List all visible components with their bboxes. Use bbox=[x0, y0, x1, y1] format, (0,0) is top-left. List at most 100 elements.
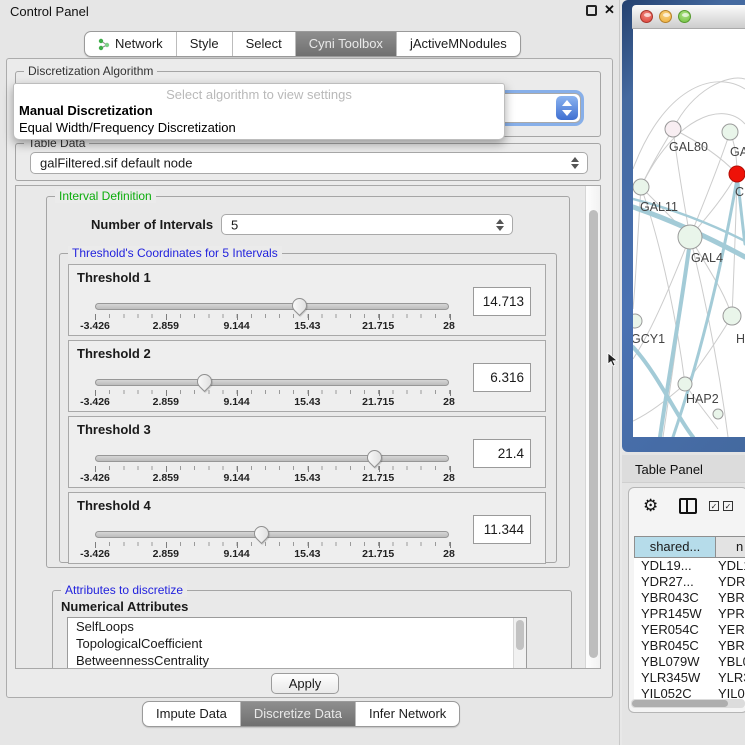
node-gal4[interactable] bbox=[678, 225, 702, 249]
threshold-1-value-field[interactable]: 14.713 bbox=[473, 287, 531, 316]
threshold-2-slider[interactable] bbox=[95, 379, 449, 386]
gear-icon[interactable]: ⚙ bbox=[643, 496, 658, 516]
slider-handle[interactable] bbox=[194, 371, 215, 392]
scrollbar-thumb[interactable] bbox=[632, 700, 728, 707]
algorithm-option-manual[interactable]: Manual Discretization bbox=[14, 102, 504, 119]
apply-button[interactable]: Apply bbox=[271, 673, 339, 694]
numerical-attributes-label: Numerical Attributes bbox=[61, 599, 188, 614]
threshold-2-value-field[interactable]: 6.316 bbox=[473, 363, 531, 392]
threshold-3-value-field[interactable]: 21.4 bbox=[473, 439, 531, 468]
bottom-tab-bar: Impute Data Discretize Data Infer Networ… bbox=[142, 701, 460, 727]
slider-ticks bbox=[95, 314, 450, 319]
node-label: HAP2 bbox=[686, 392, 719, 406]
table-row[interactable]: YDR27...YDR2 bbox=[634, 574, 745, 590]
threshold-1-panel: Threshold 1 -3.4262.8599.14415.4321.7152… bbox=[68, 264, 546, 336]
numerical-attributes-list: SelfLoops TopologicalCoefficient Between… bbox=[67, 617, 527, 669]
algorithm-option-equal-width[interactable]: Equal Width/Frequency Discretization bbox=[14, 119, 504, 136]
slider-tick-labels: -3.4262.8599.14415.4321.71528 bbox=[95, 320, 449, 332]
thresholds-group-title: Threshold's Coordinates for 5 Intervals bbox=[68, 246, 282, 260]
column-header-name[interactable]: n bbox=[716, 536, 745, 558]
tab-jactivemnodules[interactable]: jActiveMNodules bbox=[396, 32, 520, 56]
slider-track[interactable] bbox=[95, 379, 449, 386]
attributes-list-scrollbar[interactable] bbox=[513, 618, 526, 669]
checkbox-icon[interactable]: ✓ bbox=[709, 501, 719, 511]
number-of-intervals-combobox[interactable]: 5 bbox=[221, 214, 513, 235]
table-panel-title: Table Panel bbox=[635, 462, 703, 477]
tab-cyni-toolbox[interactable]: Cyni Toolbox bbox=[295, 32, 396, 56]
tab-discretize-data[interactable]: Discretize Data bbox=[240, 702, 355, 726]
settings-scroll-viewport: Interval Definition Number of Intervals … bbox=[15, 185, 601, 669]
table-data-combobox[interactable]: galFiltered.sif default node bbox=[30, 152, 588, 174]
tab-network[interactable]: Network bbox=[85, 32, 176, 56]
slider-ticks bbox=[95, 390, 450, 395]
checkbox-icon[interactable]: ✓ bbox=[723, 501, 733, 511]
table-panel-header: Table Panel bbox=[622, 455, 745, 483]
table-panel-area: Table Panel ⚙ ✓ ✓ shared... n YDL19...YD… bbox=[622, 452, 745, 745]
number-of-intervals-value: 5 bbox=[231, 217, 238, 232]
threshold-4-label: Threshold 4 bbox=[77, 498, 151, 513]
list-item[interactable]: SelfLoops bbox=[68, 618, 526, 635]
slider-handle[interactable] bbox=[364, 447, 385, 468]
threshold-3-slider[interactable] bbox=[95, 455, 449, 462]
attributes-group-title: Attributes to discretize bbox=[61, 583, 187, 597]
node[interactable] bbox=[722, 124, 738, 140]
tab-select[interactable]: Select bbox=[232, 32, 295, 56]
node-label: H bbox=[736, 332, 745, 346]
table-row[interactable]: YBR043CYBR0 bbox=[634, 590, 745, 606]
table-row[interactable]: YPR145WYPR1 bbox=[634, 606, 745, 622]
table-row[interactable]: YLR345WYLR3 bbox=[634, 670, 745, 686]
zoom-traffic-light-icon[interactable] bbox=[678, 10, 691, 23]
table-horizontal-scrollbar[interactable] bbox=[631, 699, 745, 708]
minimize-traffic-light-icon[interactable] bbox=[659, 10, 672, 23]
slider-tick-labels: -3.4262.8599.14415.4321.71528 bbox=[95, 472, 449, 484]
node-gal80[interactable] bbox=[665, 121, 681, 137]
mouse-cursor bbox=[607, 352, 618, 368]
scrollbar-thumb[interactable] bbox=[589, 210, 598, 658]
network-graph: GAL80 GA GAL11 C GAL4 GCY1 H HAP2 bbox=[633, 29, 745, 437]
tab-infer-network[interactable]: Infer Network bbox=[355, 702, 459, 726]
network-canvas[interactable]: GAL80 GA GAL11 C GAL4 GCY1 H HAP2 bbox=[633, 29, 745, 437]
threshold-1-slider[interactable] bbox=[95, 303, 449, 310]
list-item[interactable]: BetweennessCentrality bbox=[68, 652, 526, 669]
node-selected-red[interactable] bbox=[729, 166, 745, 182]
node-label: GCY1 bbox=[633, 332, 665, 346]
combo-arrows-icon bbox=[496, 219, 505, 231]
interval-definition-group: Interval Definition Number of Intervals … bbox=[46, 196, 570, 568]
threshold-2-label: Threshold 2 bbox=[77, 346, 151, 361]
tab-network-label: Network bbox=[115, 32, 163, 56]
tab-impute-data[interactable]: Impute Data bbox=[143, 702, 240, 726]
close-icon[interactable]: ✕ bbox=[604, 2, 615, 18]
threshold-4-panel: Threshold 4 -3.4262.8599.14415.4321.7152… bbox=[68, 492, 546, 564]
threshold-4-value-field[interactable]: 11.344 bbox=[473, 515, 531, 544]
threshold-4-slider[interactable] bbox=[95, 531, 449, 538]
column-header-shared-name[interactable]: shared... bbox=[634, 536, 716, 558]
node-label: GAL11 bbox=[640, 200, 678, 214]
top-tab-bar: Network Style Select Cyni Toolbox jActiv… bbox=[84, 31, 521, 57]
slider-handle[interactable] bbox=[289, 295, 310, 316]
tab-style[interactable]: Style bbox=[176, 32, 232, 56]
close-traffic-light-icon[interactable] bbox=[640, 10, 653, 23]
node-h[interactable] bbox=[723, 307, 741, 325]
float-window-icon[interactable] bbox=[586, 5, 597, 16]
network-view-window: GAL80 GA GAL11 C GAL4 GCY1 H HAP2 bbox=[622, 0, 745, 452]
slider-track[interactable] bbox=[95, 531, 449, 538]
node-gal11[interactable] bbox=[633, 179, 649, 195]
slider-handle[interactable] bbox=[251, 523, 272, 544]
table-data-group: Table Data galFiltered.sif default node bbox=[15, 143, 601, 181]
slider-ticks bbox=[95, 466, 450, 471]
algorithm-placeholder-option[interactable]: Select algorithm to view settings bbox=[14, 84, 504, 102]
node[interactable] bbox=[713, 409, 723, 419]
list-item[interactable]: TopologicalCoefficient bbox=[68, 635, 526, 652]
table-row[interactable]: YBL079WYBL0 bbox=[634, 654, 745, 670]
node-gcy1[interactable] bbox=[633, 314, 642, 328]
combo-stepper-icon[interactable] bbox=[556, 96, 578, 120]
split-columns-icon[interactable] bbox=[679, 498, 697, 514]
table-row[interactable]: YDL19...YDL1 bbox=[634, 558, 745, 574]
node-hap2[interactable] bbox=[678, 377, 692, 391]
table-row[interactable]: YBR045CYBR0 bbox=[634, 638, 745, 654]
interval-definition-group-title: Interval Definition bbox=[55, 189, 156, 203]
table-row[interactable]: YER054CYER0 bbox=[634, 622, 745, 638]
slider-track[interactable] bbox=[95, 303, 449, 310]
settings-scrollbar[interactable] bbox=[585, 186, 600, 668]
slider-track[interactable] bbox=[95, 455, 449, 462]
